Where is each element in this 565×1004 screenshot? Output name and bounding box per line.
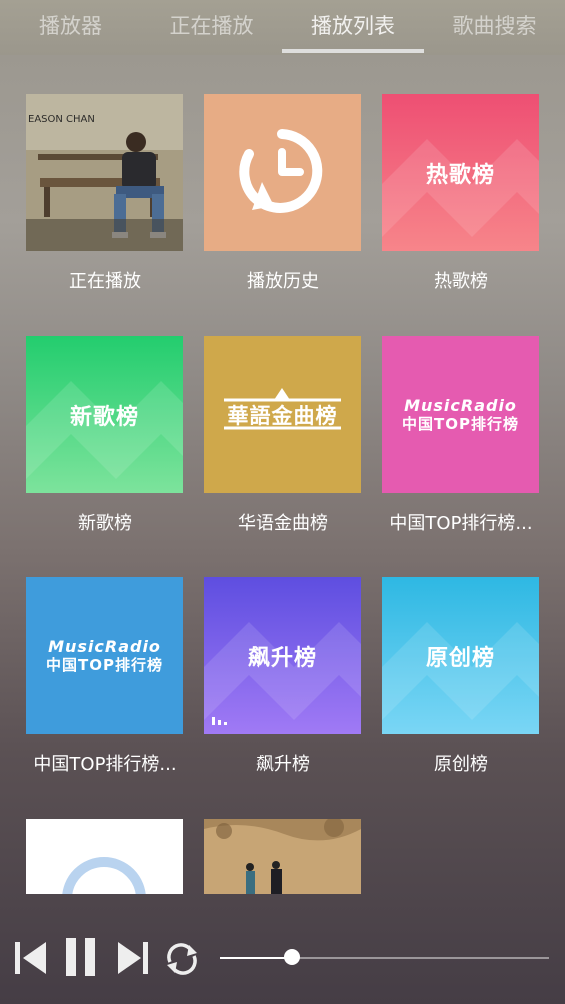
tile-china-top-1[interactable]: MusicRadio 中国TOP排行榜 [382, 336, 539, 493]
tile-label: 原创榜 [434, 754, 488, 775]
tile-label: 新歌榜 [78, 513, 132, 534]
musicradio-logo: MusicRadio 中国TOP排行榜 [26, 577, 183, 734]
player-controls [0, 925, 565, 995]
tile-partial-2[interactable] [204, 819, 361, 894]
ring-cover-art [62, 857, 146, 894]
skip-previous-icon[interactable] [15, 941, 47, 975]
tile-label: 正在播放 [69, 271, 141, 292]
history-clock-icon [239, 129, 323, 213]
tile-china-top-2[interactable]: MusicRadio 中国TOP排行榜 [26, 577, 183, 734]
tile-label: 播放历史 [247, 271, 319, 292]
cover-title: 中国TOP排行榜 [46, 655, 163, 674]
musicradio-logo: MusicRadio 中国TOP排行榜 [382, 336, 539, 493]
cover-title: 飙升榜 [247, 645, 317, 671]
tile-label: 飙升榜 [256, 754, 310, 775]
tile-label: 中国TOP排行榜... [389, 513, 533, 534]
playlist-grid: EASON CHAN 正在播放 播放历史 热歌榜 热歌榜 新歌榜 新歌榜 華語金… [0, 0, 565, 1004]
tile-partial-1[interactable] [26, 819, 183, 894]
repeat-icon[interactable] [164, 942, 200, 976]
tile-play-history[interactable] [204, 94, 361, 251]
tile-hot-songs[interactable]: 热歌榜 [382, 94, 539, 251]
cover-subtitle: MusicRadio [48, 636, 161, 656]
tile-chinese-golden[interactable]: 華語金曲榜 [204, 336, 361, 493]
painting-cover-art [204, 819, 361, 894]
tile-original[interactable]: 原创榜 [382, 577, 539, 734]
tile-label: 华语金曲榜 [238, 513, 328, 534]
pause-icon[interactable] [66, 938, 96, 976]
tile-label: 中国TOP排行榜... [33, 754, 177, 775]
tile-label: 热歌榜 [434, 271, 488, 292]
skip-next-icon[interactable] [117, 941, 149, 975]
cover-title: 華語金曲榜 [227, 402, 338, 428]
tile-now-playing[interactable]: EASON CHAN [26, 94, 183, 251]
cover-title: 中国TOP排行榜 [402, 414, 519, 433]
cover-title: 新歌榜 [69, 404, 139, 430]
album-artist-text: EASON CHAN [28, 114, 95, 125]
tile-new-songs[interactable]: 新歌榜 [26, 336, 183, 493]
tile-rising[interactable]: 飙升榜 [204, 577, 361, 734]
cover-title: 热歌榜 [425, 162, 495, 188]
cover-subtitle: MusicRadio [404, 395, 517, 415]
seek-bar-progress [220, 957, 292, 959]
seek-bar-thumb[interactable] [284, 949, 300, 965]
cover-title: 原创榜 [425, 645, 495, 671]
